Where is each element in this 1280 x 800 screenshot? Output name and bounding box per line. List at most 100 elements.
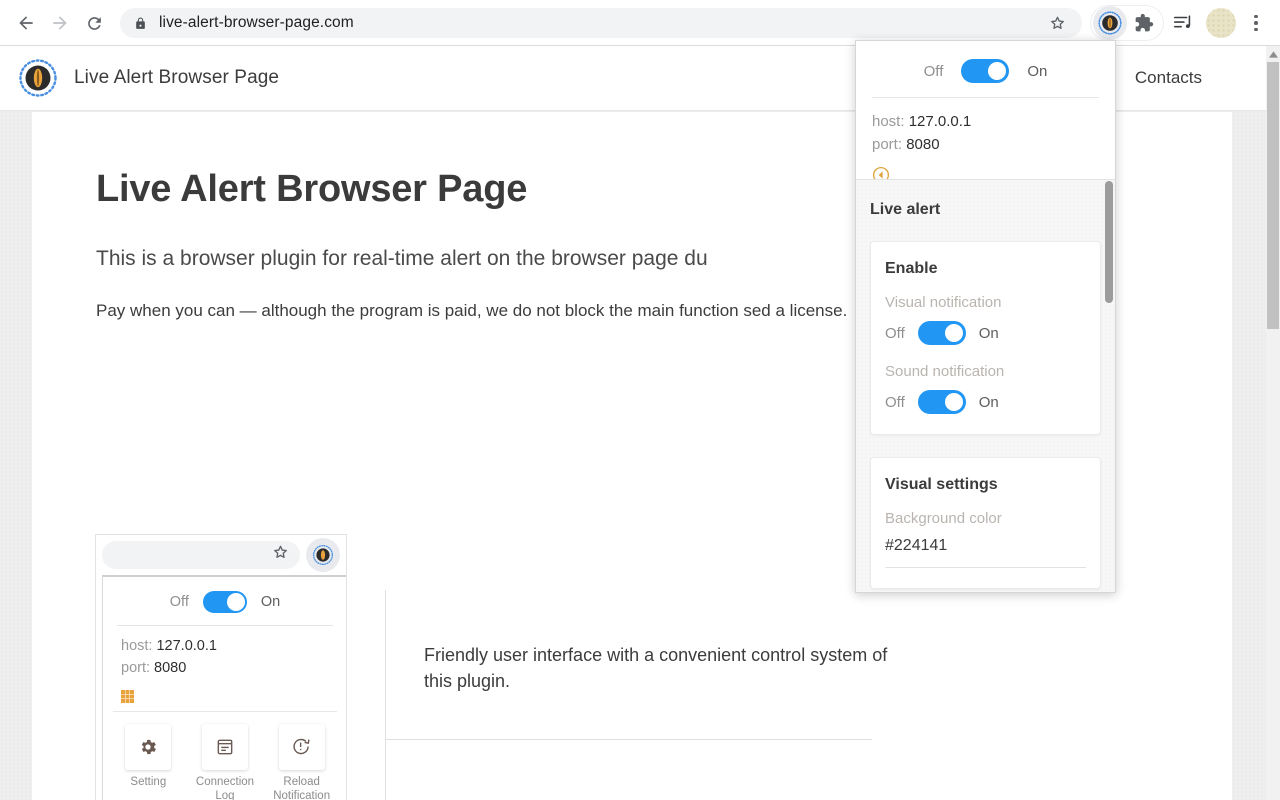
popup-toggle-on-label: On: [1027, 62, 1048, 80]
screenshot-tile-label: Connection Log: [195, 775, 255, 800]
lock-icon: [134, 16, 147, 31]
extension-group: [1090, 5, 1164, 41]
screenshot-host-value: 127.0.0.1: [156, 638, 217, 654]
document-log-icon: [201, 723, 248, 770]
screenshot-tile-setting: Setting: [113, 723, 184, 800]
popup-port-key: port:: [872, 135, 903, 153]
profile-avatar[interactable]: [1206, 8, 1236, 38]
screenshot-popup: Off On host: 127.0.0.1 port: 8080 Settin…: [102, 575, 346, 800]
extensions-puzzle-button[interactable]: [1127, 6, 1161, 40]
site-logo-icon: [18, 58, 58, 98]
popup-host-value: 127.0.0.1: [908, 113, 972, 130]
screenshot-qr-icon: [121, 689, 134, 703]
screenshot-main-toggle: Off On: [103, 577, 346, 625]
reload-button[interactable]: [78, 7, 110, 39]
popup-toggle-off-label: Off: [923, 62, 944, 80]
screenshot-port-row: port: 8080: [103, 658, 346, 680]
scrollbar-up-arrow-icon[interactable]: [1266, 46, 1280, 62]
feature-horizontal-divider: [386, 739, 872, 740]
screenshot-toolbar: [96, 535, 346, 575]
bookmark-star-icon[interactable]: [1042, 8, 1072, 38]
sound-notification-toggle-row[interactable]: Off On: [885, 390, 1086, 414]
puzzle-icon: [1135, 13, 1154, 32]
sound-notification-toggle[interactable]: [917, 390, 966, 414]
popup-connection-section: Off On host: 127.0.0.1 port: 8080: [856, 41, 1115, 184]
background-color-input[interactable]: #224141: [885, 537, 1086, 567]
live-alert-logo-icon: [1098, 11, 1122, 35]
gear-icon: [125, 723, 172, 770]
live-alert-extension-button[interactable]: [1093, 6, 1127, 40]
feature-description: Friendly user interface with a convenien…: [424, 642, 894, 694]
screenshot-host-key: host:: [121, 638, 153, 654]
reading-list-button[interactable]: [1166, 6, 1200, 40]
forward-button[interactable]: [44, 7, 76, 39]
toggle-knob: [944, 324, 963, 342]
hero-sub-part-2: sed a: [743, 301, 785, 321]
reload-icon: [87, 16, 101, 30]
kebab-dot: [1254, 21, 1258, 25]
sound-notification-label: Sound notification: [885, 363, 1005, 380]
screenshot-toggle-switch: [202, 591, 247, 613]
background-color-underline: [885, 567, 1086, 568]
site-brand[interactable]: Live Alert Browser Page: [18, 58, 279, 98]
screenshot-toggle-off-label: Off: [169, 594, 189, 610]
screenshot-omnibox: [102, 541, 300, 569]
popup-port-row: port: 8080: [856, 134, 1115, 157]
screenshot-tile-grid: Setting Connection Log Reload Notificati…: [103, 712, 346, 800]
reload-notification-icon: [278, 723, 325, 770]
kebab-dot: [1254, 27, 1258, 32]
back-button[interactable]: [10, 7, 42, 39]
visual-notification-label: Visual notification: [885, 294, 1002, 311]
toggle-knob: [944, 393, 963, 411]
reading-list-icon: [1173, 15, 1191, 29]
sound-toggle-off-label: Off: [885, 393, 905, 411]
back-arrow-icon: [19, 16, 33, 30]
popup-toggle-switch[interactable]: [961, 59, 1010, 83]
popup-port-value: 8080: [906, 135, 940, 153]
extension-popup: Off On host: 127.0.0.1 port: 8080 Live a…: [855, 40, 1116, 593]
page-scrollbar[interactable]: [1266, 46, 1280, 800]
kebab-dot: [1254, 14, 1258, 19]
popup-scrollbar-thumb[interactable]: [1105, 181, 1113, 303]
screenshot-tile-reload-notification: Reload Notification: [266, 723, 337, 800]
scrollbar-thumb[interactable]: [1267, 62, 1279, 329]
visual-toggle-on-label: On: [978, 324, 999, 342]
omnibox-url-text[interactable]: live-alert-browser-page.com: [159, 14, 1042, 32]
screenshot-toggle-on-label: On: [260, 594, 281, 610]
popup-host-key: host:: [872, 113, 905, 130]
forward-arrow-icon: [53, 16, 67, 30]
hero-sub-part-1: Pay when you can — although the program …: [96, 301, 739, 321]
screenshot-tile-label: Reload Notification: [273, 775, 331, 800]
omnibox[interactable]: live-alert-browser-page.com: [120, 8, 1082, 38]
feature-text: Friendly user interface with a convenien…: [424, 645, 888, 692]
site-brand-name: Live Alert Browser Page: [74, 67, 280, 88]
toggle-knob: [988, 62, 1007, 80]
visual-toggle-off-label: Off: [885, 324, 905, 342]
popup-host-row: host: 127.0.0.1: [856, 111, 1115, 134]
enable-card-title: Enable: [885, 260, 938, 277]
visual-notification-toggle[interactable]: [917, 321, 966, 345]
nav-link-contacts[interactable]: Contacts: [1135, 68, 1202, 88]
screenshot-divider: [117, 625, 333, 626]
enable-card: Enable Visual notification Off On Sound …: [870, 241, 1101, 435]
visual-settings-title: Visual settings: [885, 476, 998, 493]
visual-notification-toggle-row[interactable]: Off On: [885, 321, 1086, 345]
screenshot-host-row: host: 127.0.0.1: [103, 636, 346, 658]
screenshot-extension-icon: [306, 538, 340, 572]
sound-toggle-on-label: On: [978, 393, 999, 411]
plugin-screenshot-image: Off On host: 127.0.0.1 port: 8080 Settin…: [95, 534, 347, 800]
screenshot-port-key: port:: [121, 659, 151, 676]
screenshot-star-icon: [271, 543, 290, 567]
chrome-menu-button[interactable]: [1242, 8, 1270, 38]
popup-section-title: Live alert: [870, 201, 941, 218]
screenshot-tile-connection-log: Connection Log: [190, 723, 261, 800]
popup-settings-panel: Live alert Enable Visual notification Of…: [856, 179, 1115, 592]
popup-divider: [872, 97, 1099, 98]
screenshot-tile-label: Setting: [130, 775, 167, 788]
popup-main-toggle[interactable]: Off On: [856, 41, 1115, 97]
visual-settings-card: Visual settings Background color #224141: [870, 457, 1101, 589]
feature-vertical-divider: [385, 590, 386, 800]
toggle-knob: [226, 593, 245, 611]
hero-sub-part-3: license.: [789, 301, 848, 321]
screenshot-port-value: 8080: [154, 659, 187, 676]
